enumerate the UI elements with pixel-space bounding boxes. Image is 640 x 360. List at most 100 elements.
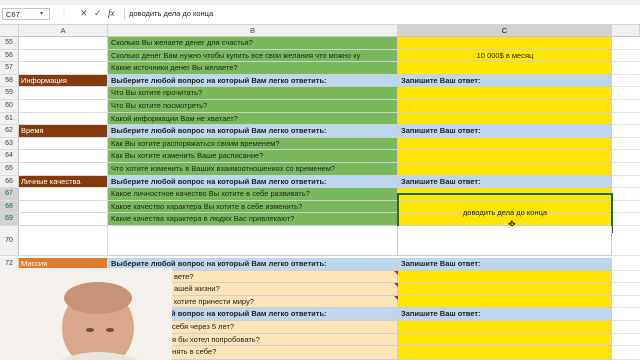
cell-a[interactable]: [19, 62, 108, 75]
cell-d[interactable]: [612, 213, 640, 226]
row-number[interactable]: 62: [0, 125, 19, 138]
row-number[interactable]: 67: [0, 188, 19, 201]
cell-c[interactable]: Запишите Ваш ответ:: [398, 74, 612, 88]
cell-c[interactable]: [398, 112, 612, 126]
cell-c[interactable]: Запишите Ваш ответ:: [398, 175, 612, 189]
section-label-personal-qualities[interactable]: Личные качества: [19, 175, 108, 189]
cell-b[interactable]: Какие качества характера в людях Вас при…: [108, 213, 398, 226]
cell-a[interactable]: [19, 200, 108, 214]
column-header-b[interactable]: B: [108, 25, 398, 37]
cell-d[interactable]: [612, 321, 640, 334]
cell-d[interactable]: [612, 296, 640, 309]
cell-d[interactable]: [612, 87, 640, 100]
cell-b[interactable]: Выберите любой вопрос на который Вам лег…: [108, 74, 398, 88]
cell-d[interactable]: [612, 201, 640, 214]
cell-b[interactable]: Выберите любой вопрос на который Вам лег…: [108, 175, 398, 189]
cell-a[interactable]: [19, 87, 108, 100]
cell-c[interactable]: [398, 321, 612, 334]
row-number[interactable]: 68: [0, 200, 19, 214]
row-number[interactable]: 65: [0, 163, 19, 176]
comment-indicator-icon[interactable]: [394, 270, 398, 275]
cell-a[interactable]: [19, 137, 108, 151]
cell-d[interactable]: [612, 163, 640, 176]
cell-d[interactable]: [612, 334, 640, 347]
cell-a[interactable]: [19, 226, 108, 256]
cell-c[interactable]: [398, 346, 612, 360]
row-number[interactable]: 64: [0, 150, 19, 163]
cell-b[interactable]: Сколько Вы желаете денег для счастья?: [108, 37, 398, 50]
answer-qualities[interactable]: доводить дела до конца: [398, 207, 612, 220]
cell-c[interactable]: [398, 295, 612, 309]
row-number[interactable]: 56: [0, 49, 19, 63]
insert-function-icon[interactable]: fx: [108, 7, 115, 20]
cell-d[interactable]: [612, 125, 640, 138]
row-number[interactable]: 66: [0, 175, 19, 189]
cell-c[interactable]: [398, 87, 612, 100]
cell-d[interactable]: [612, 50, 640, 63]
cell-c[interactable]: [398, 283, 612, 296]
cell-c[interactable]: [398, 137, 612, 151]
row-number[interactable]: 70: [0, 226, 19, 256]
cell-c[interactable]: [398, 333, 612, 347]
row-number[interactable]: 61: [0, 112, 19, 126]
cell-a[interactable]: [19, 213, 108, 226]
cell-a[interactable]: [19, 112, 108, 126]
cell-d[interactable]: [612, 100, 640, 113]
cell-a[interactable]: [19, 163, 108, 176]
cell-b[interactable]: Сколько денег Вам нужно чтобы купить все…: [108, 49, 398, 63]
cell-a[interactable]: [19, 49, 108, 63]
cell-d[interactable]: [612, 258, 640, 271]
row-number[interactable]: 57: [0, 62, 19, 75]
cell-d[interactable]: [612, 37, 640, 50]
cell-b[interactable]: Какое качество характера Вы хотите в себ…: [108, 200, 398, 214]
cell-a[interactable]: [19, 37, 108, 50]
cell-b[interactable]: Что хотите изменить в Ваших взаимоотноше…: [108, 163, 398, 176]
cell-c[interactable]: [398, 150, 612, 163]
cell-c[interactable]: [398, 226, 612, 256]
cell-a[interactable]: [19, 150, 108, 163]
name-box-dropdown-icon[interactable]: ▾: [40, 8, 43, 20]
cell-b[interactable]: [108, 226, 398, 256]
row-number[interactable]: 55: [0, 37, 19, 50]
select-all-corner[interactable]: [0, 25, 19, 37]
cell-d[interactable]: [612, 138, 640, 151]
cell-c[interactable]: [398, 62, 612, 75]
comment-indicator-icon[interactable]: [394, 283, 398, 288]
row-number[interactable]: 59: [0, 87, 19, 100]
cell-d[interactable]: [612, 226, 640, 256]
cell-b[interactable]: Как Вы хотите распоряжаться своим времен…: [108, 137, 398, 151]
cancel-icon[interactable]: ✕: [80, 7, 88, 20]
column-header-a[interactable]: A: [19, 25, 108, 37]
row-number[interactable]: 69: [0, 213, 19, 226]
cell-c[interactable]: Запишите Ваш ответ:: [398, 308, 612, 321]
cell-d[interactable]: [612, 188, 640, 201]
row-number[interactable]: 60: [0, 100, 19, 113]
cell-d[interactable]: [612, 75, 640, 88]
section-label-time[interactable]: Время: [19, 125, 108, 138]
row-number[interactable]: 63: [0, 137, 19, 151]
column-header-d[interactable]: [612, 25, 640, 37]
cell-d[interactable]: [612, 62, 640, 75]
cell-b[interactable]: Выберите любой вопрос на который Вам лег…: [108, 125, 398, 138]
cell-c[interactable]: Запишите Ваш ответ:: [398, 258, 612, 271]
cell-b[interactable]: Какой информации Вам не хватает?: [108, 112, 398, 126]
cell-d[interactable]: [612, 150, 640, 163]
cell-b[interactable]: Как Вы хотите изменить Ваше расписание?: [108, 150, 398, 163]
cell-d[interactable]: [612, 113, 640, 126]
cell-a[interactable]: [19, 188, 108, 201]
cell-d[interactable]: [612, 176, 640, 189]
cell-c[interactable]: Запишите Ваш ответ:: [398, 125, 612, 138]
cell-b[interactable]: Какое личностное качество Вы хотите в се…: [108, 188, 398, 201]
cell-c[interactable]: [398, 163, 612, 176]
comment-indicator-icon[interactable]: [394, 295, 398, 300]
cell-c[interactable]: [398, 100, 612, 113]
cell-d[interactable]: [612, 308, 640, 321]
cell-a[interactable]: [19, 100, 108, 113]
cell-b[interactable]: Какие источники денег Вы желаете?: [108, 62, 398, 75]
cell-b[interactable]: Что Вы хотите прочитать?: [108, 87, 398, 100]
cell-d[interactable]: [612, 271, 640, 284]
formula-input[interactable]: доводить дела до конца: [124, 8, 639, 20]
column-header-c[interactable]: C: [398, 25, 612, 37]
cell-c[interactable]: [398, 37, 612, 50]
cell-d[interactable]: [612, 346, 640, 360]
